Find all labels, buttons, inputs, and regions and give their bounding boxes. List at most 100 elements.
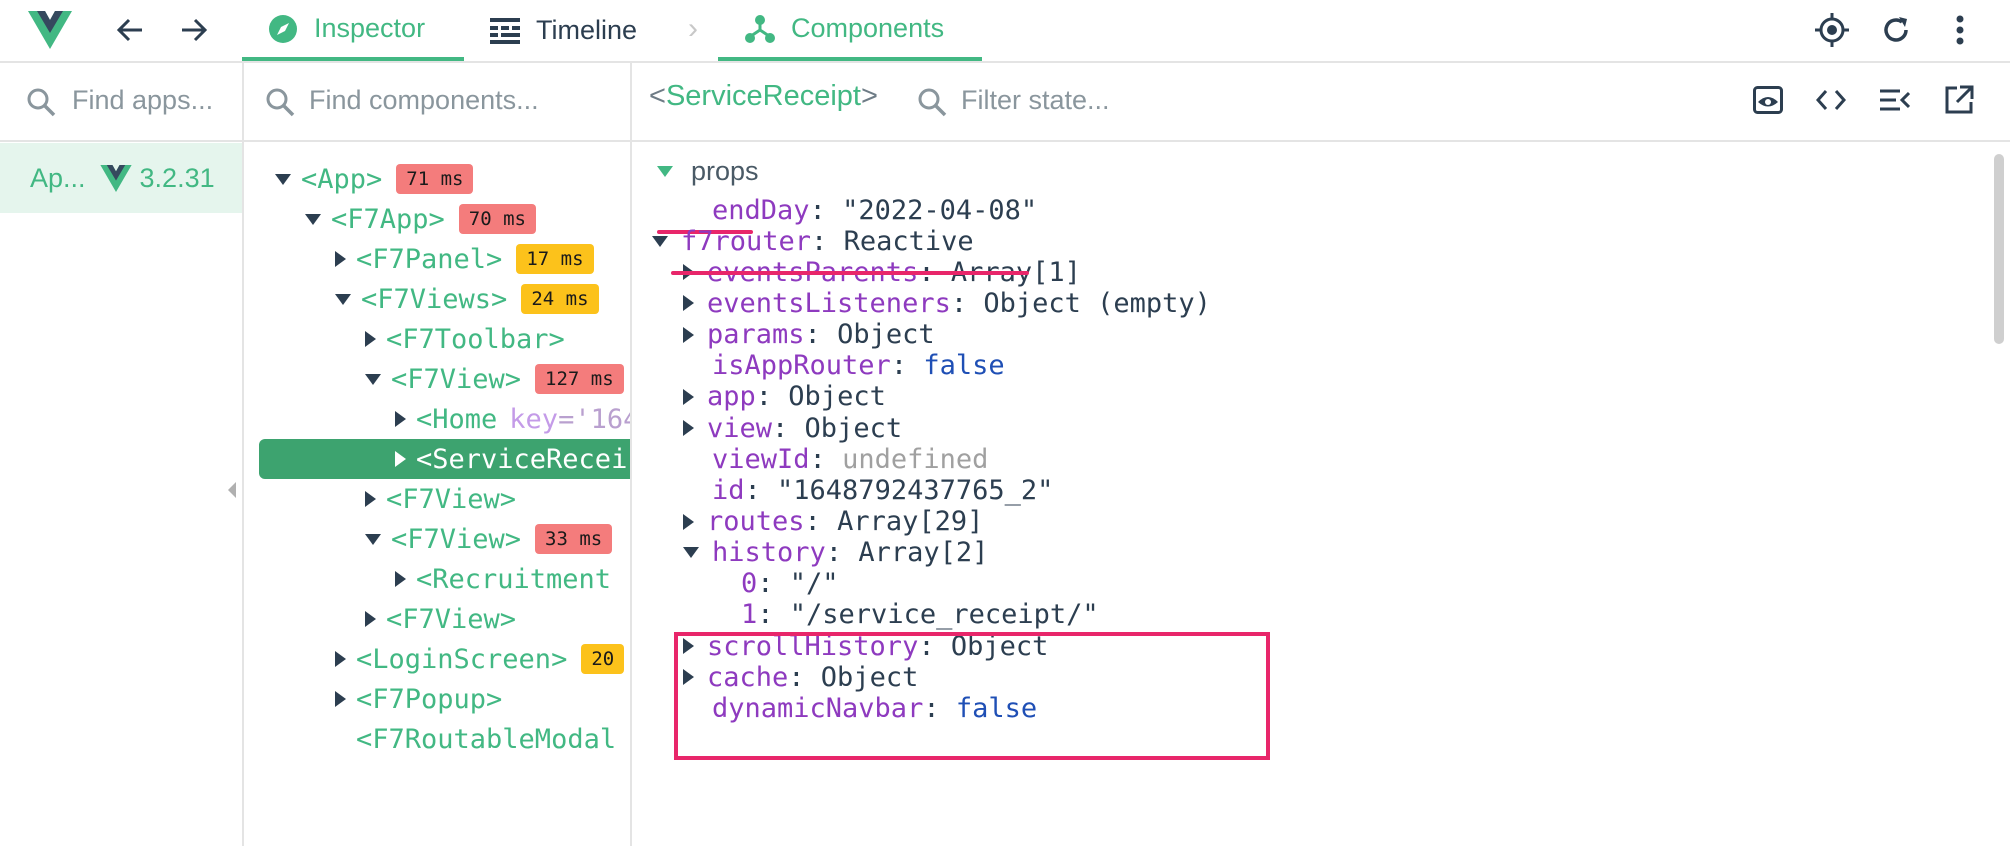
component-label: <F7Views> [361, 283, 508, 315]
tree-node[interactable]: <F7RoutableModal [335, 719, 616, 759]
component-label: <F7Toolbar> [386, 323, 565, 355]
arrow-left-icon[interactable] [106, 6, 154, 54]
tree-node[interactable]: <F7View> 33 ms [365, 519, 613, 559]
render-time-badge: 17 ms [516, 244, 594, 274]
target-icon[interactable] [1808, 6, 1856, 54]
timeline-icon [490, 17, 520, 44]
tree-node[interactable]: <F7Panel> 17 ms [335, 239, 594, 279]
render-time-badge: 71 ms [396, 164, 474, 194]
component-label: <F7Panel> [356, 243, 503, 275]
collapse-handle-icon[interactable] [228, 482, 236, 498]
collapse-arrow-icon[interactable] [365, 533, 381, 545]
key-attribute: key [509, 403, 559, 435]
tree-node-selected[interactable]: <ServiceRecei [395, 439, 627, 479]
tab-label: Components [791, 13, 945, 43]
component-label: <F7App> [331, 203, 445, 235]
expand-arrow-icon[interactable] [365, 491, 376, 507]
tab-label: Inspector [314, 13, 426, 43]
tab-components[interactable]: Components [718, 0, 982, 61]
open-external-icon[interactable] [1935, 76, 1983, 124]
state-value: Object (empty) [983, 287, 1211, 319]
collapse-arrow-icon[interactable] [365, 373, 381, 385]
scrollbar[interactable] [1994, 154, 2004, 344]
tree-node[interactable]: <LoginScreen> 20 [335, 639, 625, 679]
tree-node[interactable]: <App> 71 ms [275, 159, 474, 199]
component-label: <F7Popup> [356, 683, 503, 715]
state-separator: : [950, 287, 984, 319]
tree-node[interactable]: <F7App> 70 ms [305, 199, 536, 239]
tree-node[interactable]: <F7View> [365, 599, 516, 639]
expand-arrow-icon[interactable] [683, 388, 694, 405]
collapse-arrow-icon[interactable] [335, 293, 351, 305]
render-time-badge: 24 ms [521, 284, 599, 314]
tab-timeline[interactable]: Timeline [490, 0, 637, 61]
app-version: 3.2.31 [139, 162, 215, 193]
expand-arrow-icon[interactable] [335, 251, 346, 267]
vue-logo-icon [99, 164, 132, 192]
expand-arrow-icon[interactable] [365, 611, 376, 627]
find-apps-input[interactable] [72, 78, 232, 122]
collapse-arrow-icon[interactable] [652, 235, 668, 247]
expand-arrow-icon[interactable] [683, 295, 694, 312]
render-time-badge: 70 ms [458, 204, 536, 234]
expand-arrow-icon[interactable] [395, 411, 406, 427]
collapse-arrow-icon[interactable] [275, 173, 291, 185]
eye-icon[interactable] [1744, 76, 1792, 124]
apps-panel: Ap... 3.2.31 [0, 62, 244, 846]
tree-node[interactable]: <F7View> 127 ms [365, 359, 624, 399]
bracket-open: < [649, 80, 666, 112]
component-label: <App> [301, 163, 383, 195]
state-value: Array[2] [858, 537, 989, 569]
search-icon [917, 87, 947, 122]
render-time-badge: 127 ms [535, 364, 624, 394]
expand-arrow-icon[interactable] [365, 331, 376, 347]
render-time-badge: 33 ms [535, 524, 613, 554]
component-label: <F7RoutableModal [356, 723, 617, 755]
expand-arrow-icon[interactable] [683, 420, 694, 437]
tree-node[interactable]: <Recruitment [395, 559, 611, 599]
expand-arrow-icon[interactable] [335, 651, 346, 667]
component-label: <F7View> [391, 363, 522, 395]
components-search-bar [243, 62, 630, 142]
app-name: Ap... [30, 162, 86, 193]
component-label: <F7View> [386, 483, 517, 515]
more-vertical-icon[interactable] [1936, 6, 1984, 54]
tree-node[interactable]: <Home key ='164 [395, 399, 632, 439]
expand-arrow-icon[interactable] [335, 691, 346, 707]
expand-arrow-icon [657, 165, 673, 177]
expand-arrow-icon[interactable] [395, 571, 406, 587]
state-value: false [923, 350, 1005, 382]
tab-inspector[interactable]: Inspector [242, 0, 464, 61]
key-value: ='164 [558, 403, 632, 435]
code-icon[interactable] [1807, 76, 1855, 124]
find-components-input[interactable] [309, 78, 619, 122]
collapse-arrow-icon[interactable] [683, 547, 699, 559]
apps-search-bar [0, 62, 242, 142]
expand-arrow-icon[interactable] [395, 451, 406, 467]
component-label: <ServiceRecei [416, 443, 628, 475]
search-icon [26, 87, 56, 122]
annotation-underline [671, 271, 1029, 275]
expand-arrow-icon[interactable] [683, 513, 694, 530]
arrow-right-icon[interactable] [170, 6, 218, 54]
component-label: <F7View> [391, 523, 522, 555]
refresh-icon[interactable] [1872, 6, 1920, 54]
component-tree-panel: <App> 71 ms <F7App> 70 ms <F7Panel> 17 ms <F7V… [243, 62, 632, 846]
filter-state-input[interactable] [961, 78, 1361, 122]
tree-node[interactable]: <F7Popup> [335, 679, 502, 719]
bracket-close: > [860, 80, 878, 112]
tree-node[interactable]: <F7Toolbar> [365, 319, 565, 359]
breadcrumb-separator: › [688, 12, 698, 45]
tree-node[interactable]: <F7View> [365, 479, 516, 519]
props-section-header[interactable]: props [657, 151, 759, 191]
expand-arrow-icon[interactable] [683, 326, 694, 343]
inspector-header: <ServiceReceipt> [631, 62, 2010, 142]
collapse-list-icon[interactable] [1871, 76, 1919, 124]
tree-node[interactable]: <F7Views> 24 ms [335, 279, 599, 319]
render-time-badge: 20 [581, 644, 625, 674]
search-icon [265, 87, 295, 122]
component-label: <Recruitment [416, 563, 612, 595]
collapse-arrow-icon[interactable] [305, 213, 321, 225]
section-label: props [691, 155, 759, 186]
app-list-item[interactable]: Ap... 3.2.31 [0, 143, 242, 213]
